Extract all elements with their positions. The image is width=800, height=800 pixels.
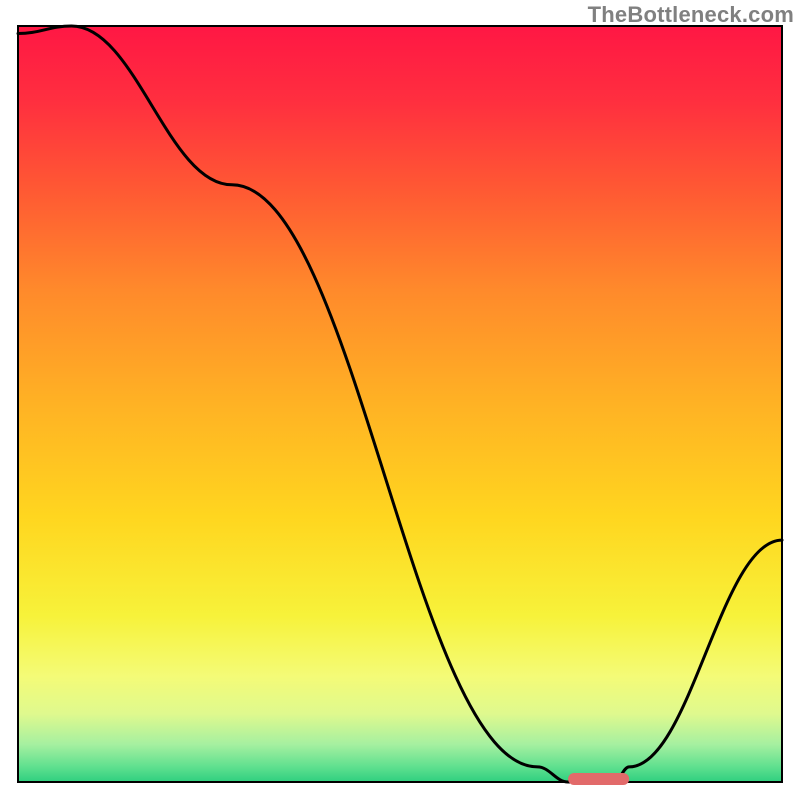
gradient-background xyxy=(18,26,782,782)
chart-svg xyxy=(0,0,800,800)
watermark-text: TheBottleneck.com xyxy=(588,2,794,28)
optimal-marker xyxy=(568,773,629,785)
bottleneck-chart: TheBottleneck.com xyxy=(0,0,800,800)
